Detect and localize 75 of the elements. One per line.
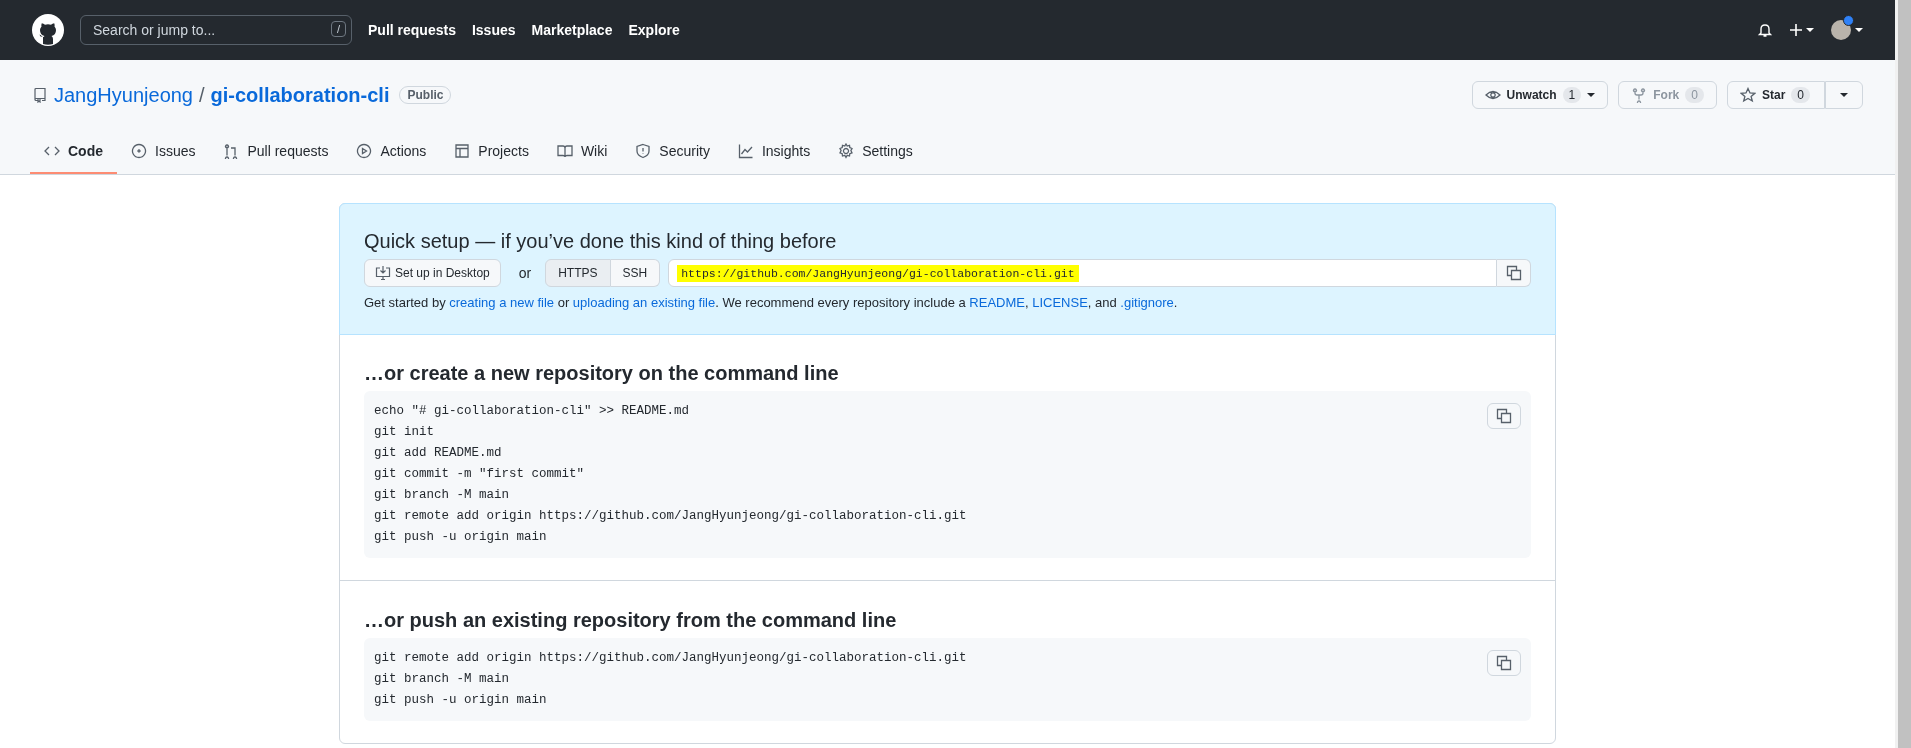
help-link[interactable]: creating a new file: [449, 295, 555, 310]
code-line: git remote add origin https://github.com/JangHyunjeong/gi-collaboration-cli.git: [374, 509, 967, 523]
copy-button[interactable]: [1497, 259, 1531, 287]
code-line: echo "# gi-collaboration-cli" >> README.md: [374, 404, 690, 418]
repo-tab[interactable]: Insights: [723, 130, 825, 174]
pulls-icon: [223, 143, 240, 159]
user-avatar[interactable]: [1831, 20, 1851, 40]
repo-tab[interactable]: Actions: [342, 130, 441, 174]
code-line: git init: [374, 425, 434, 439]
counter: 1: [1562, 87, 1582, 103]
issues-icon: [131, 143, 147, 159]
repository-icon: [32, 87, 48, 103]
code-line: git push -u origin main: [374, 693, 547, 707]
nav-link[interactable]: Explore: [628, 22, 680, 38]
help-link[interactable]: LICENSE: [1032, 295, 1088, 310]
copy-icon: [1496, 655, 1512, 671]
plus-icon[interactable]: [1789, 22, 1815, 38]
counter: 0: [1791, 87, 1810, 103]
nav-link[interactable]: Pull requests: [368, 22, 456, 38]
copy-icon: [1505, 265, 1522, 281]
repo-tab[interactable]: Settings: [824, 130, 927, 174]
desktop-download-icon: [375, 265, 391, 281]
code-line: git add README.md: [374, 446, 502, 460]
quick-setup-title: Quick setup — if you’ve done this kind of thing before: [364, 230, 838, 253]
repo-tab[interactable]: Issues: [117, 130, 210, 174]
copy-button[interactable]: [1487, 403, 1521, 429]
code-line: git remote add origin https://github.com/JangHyunjeong/gi-collaboration-cli.git: [374, 651, 967, 665]
star-dropdown-button[interactable]: [1825, 81, 1863, 109]
action-label: Unwatch: [1506, 88, 1557, 102]
shortcut-key: /: [330, 21, 346, 37]
copy-button[interactable]: [1487, 650, 1521, 676]
repo-tab[interactable]: Wiki: [542, 130, 622, 174]
wiki-icon: [556, 143, 573, 159]
repo-action-button[interactable]: Unwatch 1: [1471, 81, 1609, 109]
protocol-toggle[interactable]: HTTPS: [545, 259, 611, 287]
help-link[interactable]: README: [969, 295, 1025, 310]
settings-icon: [838, 143, 855, 159]
caret-icon: [1587, 93, 1596, 97]
protocol-toggle[interactable]: SSH: [610, 259, 661, 287]
help-text: Get started by creating a new file or uploading an existing file. We recommend every repository include a README, LICENSE, and .gitignore.: [364, 295, 1179, 310]
notification-bell-icon[interactable]: [1757, 22, 1773, 38]
repo-tab[interactable]: Code: [30, 130, 117, 174]
nav-link[interactable]: Issues: [471, 22, 516, 38]
caret-icon[interactable]: [1855, 28, 1863, 32]
insights-icon: [737, 143, 754, 159]
fork-icon: [1631, 87, 1648, 103]
code-line: git push -u origin main: [374, 530, 547, 544]
security-icon: [635, 143, 652, 159]
code-line: git branch -M main: [374, 672, 510, 686]
repo-tab[interactable]: Pull requests: [209, 130, 343, 174]
scrollbar[interactable]: [1895, 0, 1911, 748]
copy-icon: [1496, 408, 1512, 424]
actions-icon: [356, 143, 373, 159]
section-title: …or push an existing repository from the command line: [364, 609, 898, 632]
section-title: …or create a new repository on the command line: [364, 362, 840, 385]
code-line: git commit -m "first commit": [374, 467, 585, 481]
action-label: Star: [1761, 88, 1786, 102]
action-label: Fork: [1653, 88, 1680, 102]
caret-icon: [1840, 93, 1848, 97]
clone-url-field[interactable]: https://github.com/JangHyunjeong/gi-collaboration-cli.git: [668, 259, 1497, 287]
owner-link[interactable]: JangHyunjeong: [54, 83, 193, 107]
path-separator: /: [199, 83, 205, 107]
repository-name-link[interactable]: gi-collaboration-cli: [210, 83, 390, 107]
repo-action-button[interactable]: Star 0: [1726, 81, 1825, 109]
repo-tab[interactable]: Security: [621, 130, 724, 174]
repo-tab[interactable]: Projects: [440, 130, 543, 174]
octocat-logo-icon[interactable]: [32, 14, 64, 46]
projects-icon: [454, 143, 471, 159]
star-icon: [1739, 87, 1756, 103]
nav-link[interactable]: Marketplace: [531, 22, 613, 38]
counter: 0: [1685, 87, 1704, 103]
set-up-in-desktop-button[interactable]: Set up in Desktop: [364, 259, 501, 287]
or-text: or: [518, 265, 532, 281]
help-link[interactable]: .gitignore: [1120, 295, 1174, 310]
code-line: git branch -M main: [374, 488, 510, 502]
